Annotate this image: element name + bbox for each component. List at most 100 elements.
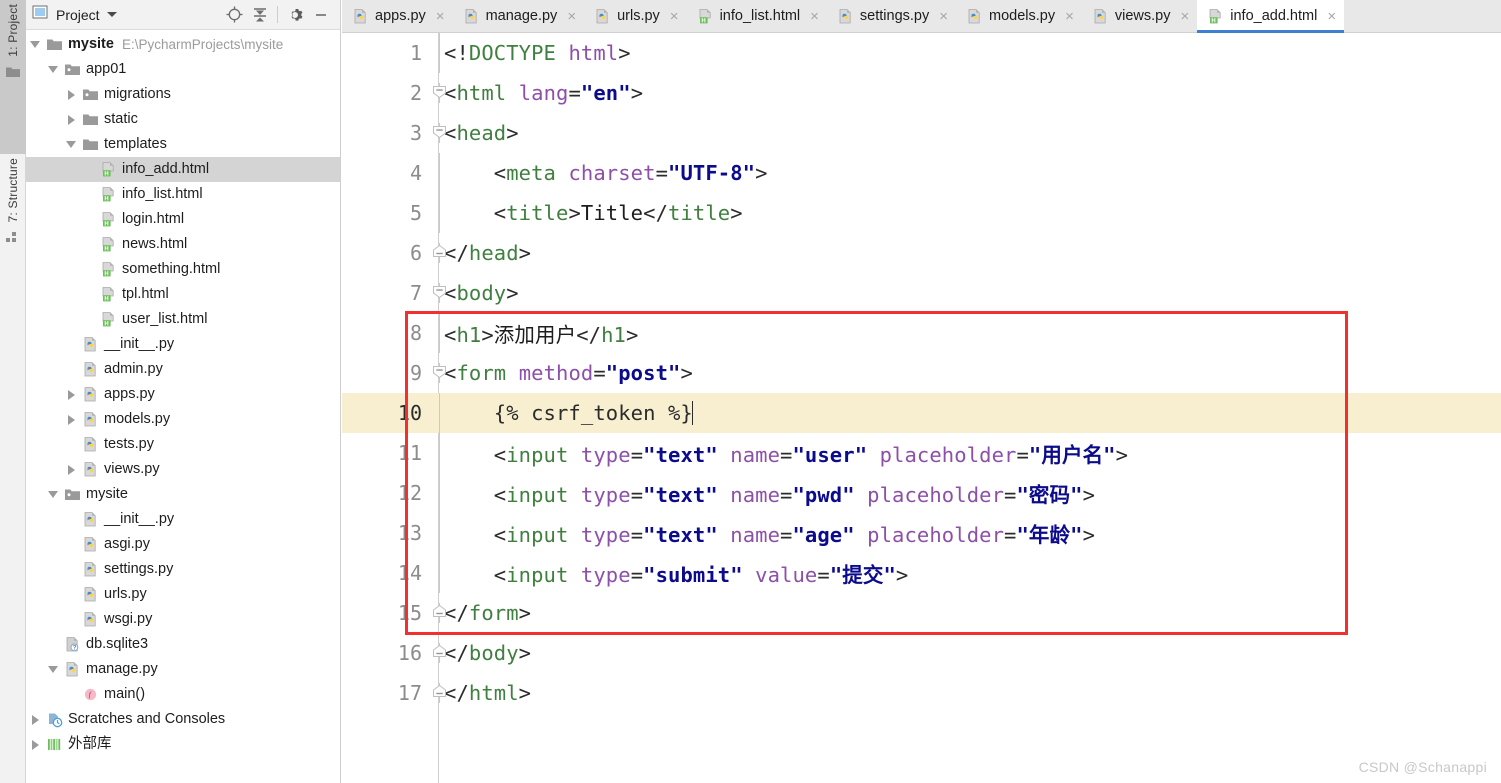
tool-tab-project[interactable]: 1: Project [0, 0, 26, 154]
code-line[interactable]: 13 <input type="text" name="age" placeho… [342, 513, 1501, 553]
collapse-all-icon[interactable] [247, 3, 273, 27]
settings-gear-icon[interactable] [282, 3, 308, 27]
folder-icon [80, 136, 100, 154]
close-icon[interactable]: × [1327, 9, 1336, 24]
chevron-down-icon[interactable] [44, 491, 62, 498]
tool-tab-project-label: 1: Project [6, 0, 20, 63]
fold-toggle-icon[interactable] [430, 593, 448, 633]
code-line[interactable]: 6</head> [342, 233, 1501, 273]
tree-item-apps-py[interactable]: apps.py [26, 382, 340, 407]
fold-toggle-icon[interactable] [430, 73, 448, 113]
tree-item-login-html[interactable]: Hlogin.html [26, 207, 340, 232]
close-icon[interactable]: × [1065, 9, 1074, 24]
tree-item-templates[interactable]: templates [26, 132, 340, 157]
chevron-right-icon[interactable] [26, 740, 44, 750]
fold-toggle-icon[interactable] [430, 233, 448, 273]
editor-tab-bar[interactable]: apps.py×manage.py×urls.py×Hinfo_list.htm… [342, 0, 1501, 33]
chevron-right-icon[interactable] [62, 390, 80, 400]
tree-item-info-list-html[interactable]: Hinfo_list.html [26, 182, 340, 207]
tree-item-init-py[interactable]: __init__.py [26, 332, 340, 357]
chevron-down-icon[interactable] [26, 41, 44, 48]
fold-toggle-icon[interactable] [430, 113, 448, 153]
code-line[interactable]: 7<body> [342, 273, 1501, 313]
code-line[interactable]: 1<!DOCTYPE html> [342, 33, 1501, 73]
code-line[interactable]: 3<head> [342, 113, 1501, 153]
chevron-right-icon[interactable] [62, 415, 80, 425]
tree-item-mysite[interactable]: mysiteE:\PycharmProjects\mysite [26, 32, 340, 57]
tree-item-db-sqlite3[interactable]: ?db.sqlite3 [26, 632, 340, 657]
chevron-down-icon[interactable] [62, 141, 80, 148]
tree-item-admin-py[interactable]: admin.py [26, 357, 340, 382]
close-icon[interactable]: × [939, 9, 948, 24]
tree-item-tpl-html[interactable]: Htpl.html [26, 282, 340, 307]
locate-target-icon[interactable] [221, 3, 247, 27]
editor-tab-manage-py[interactable]: manage.py× [453, 0, 585, 32]
tree-item-label: admin.py [104, 362, 163, 377]
code-line[interactable]: 16</body> [342, 633, 1501, 673]
editor-tab-info-list-html[interactable]: Hinfo_list.html× [687, 0, 827, 32]
code-line[interactable]: 12 <input type="text" name="pwd" placeho… [342, 473, 1501, 513]
chevron-down-icon[interactable] [44, 66, 62, 73]
project-tree[interactable]: mysiteE:\PycharmProjects\mysiteapp01migr… [26, 30, 340, 757]
python-file-icon [62, 661, 82, 679]
tree-item-migrations[interactable]: migrations [26, 82, 340, 107]
tree-item-mysite[interactable]: mysite [26, 482, 340, 507]
chevron-down-icon[interactable] [107, 12, 117, 17]
code-line[interactable]: 2<html lang="en"> [342, 73, 1501, 113]
code-line[interactable]: 17</html> [342, 673, 1501, 713]
tree-item-info-add-html[interactable]: Hinfo_add.html [26, 157, 340, 182]
tree-item-[interactable]: 外部库 [26, 732, 340, 757]
html-file-icon: H [98, 236, 118, 254]
fold-toggle-icon[interactable] [430, 673, 448, 713]
chevron-right-icon[interactable] [62, 90, 80, 100]
editor-tab-settings-py[interactable]: settings.py× [827, 0, 956, 32]
chevron-down-icon[interactable] [44, 666, 62, 673]
chevron-right-icon[interactable] [26, 715, 44, 725]
close-icon[interactable]: × [670, 9, 679, 24]
tree-item-main[interactable]: fmain() [26, 682, 340, 707]
fold-toggle-icon[interactable] [430, 273, 448, 313]
tree-item-wsgi-py[interactable]: wsgi.py [26, 607, 340, 632]
code-line[interactable]: 5 <title>Title</title> [342, 193, 1501, 233]
tree-item-asgi-py[interactable]: asgi.py [26, 532, 340, 557]
close-icon[interactable]: × [1180, 9, 1189, 24]
chevron-right-icon[interactable] [62, 115, 80, 125]
tree-item-scratches-and-consoles[interactable]: Scratches and Consoles [26, 707, 340, 732]
close-icon[interactable]: × [436, 9, 445, 24]
code-line[interactable]: 9<form method="post"> [342, 353, 1501, 393]
tree-item-news-html[interactable]: Hnews.html [26, 232, 340, 257]
project-view-icon [32, 4, 48, 25]
code-line[interactable]: 14 <input type="submit" value="提交"> [342, 553, 1501, 593]
tree-item-urls-py[interactable]: urls.py [26, 582, 340, 607]
hide-panel-icon[interactable] [308, 3, 334, 27]
tree-item-manage-py[interactable]: manage.py [26, 657, 340, 682]
code-editor[interactable]: 1<!DOCTYPE html>2<html lang="en">3<head>… [342, 33, 1501, 783]
editor-tab-apps-py[interactable]: apps.py× [342, 0, 453, 32]
editor-tab-views-py[interactable]: views.py× [1082, 0, 1197, 32]
tree-item-user-list-html[interactable]: Huser_list.html [26, 307, 340, 332]
tree-item-something-html[interactable]: Hsomething.html [26, 257, 340, 282]
chevron-right-glyph [68, 90, 75, 100]
code-line[interactable]: 4 <meta charset="UTF-8"> [342, 153, 1501, 193]
code-line[interactable]: 8<h1>添加用户</h1> [342, 313, 1501, 353]
code-line[interactable]: 10 {% csrf_token %} [342, 393, 1501, 433]
tree-item-tests-py[interactable]: tests.py [26, 432, 340, 457]
fold-toggle-icon[interactable] [430, 633, 448, 673]
editor-tab-urls-py[interactable]: urls.py× [584, 0, 686, 32]
editor-tab-info-add-html[interactable]: Hinfo_add.html× [1197, 0, 1344, 32]
tree-item-label: templates [104, 137, 167, 152]
tool-tab-structure[interactable]: 7: Structure [0, 154, 26, 314]
tree-item-models-py[interactable]: models.py [26, 407, 340, 432]
fold-toggle-icon[interactable] [430, 353, 448, 393]
close-icon[interactable]: × [810, 9, 819, 24]
tree-item-app01[interactable]: app01 [26, 57, 340, 82]
tree-item-static[interactable]: static [26, 107, 340, 132]
tree-item-init-py[interactable]: __init__.py [26, 507, 340, 532]
code-line[interactable]: 15</form> [342, 593, 1501, 633]
code-line[interactable]: 11 <input type="text" name="user" placeh… [342, 433, 1501, 473]
tree-item-views-py[interactable]: views.py [26, 457, 340, 482]
editor-tab-models-py[interactable]: models.py× [956, 0, 1082, 32]
tree-item-settings-py[interactable]: settings.py [26, 557, 340, 582]
close-icon[interactable]: × [567, 9, 576, 24]
chevron-right-icon[interactable] [62, 465, 80, 475]
